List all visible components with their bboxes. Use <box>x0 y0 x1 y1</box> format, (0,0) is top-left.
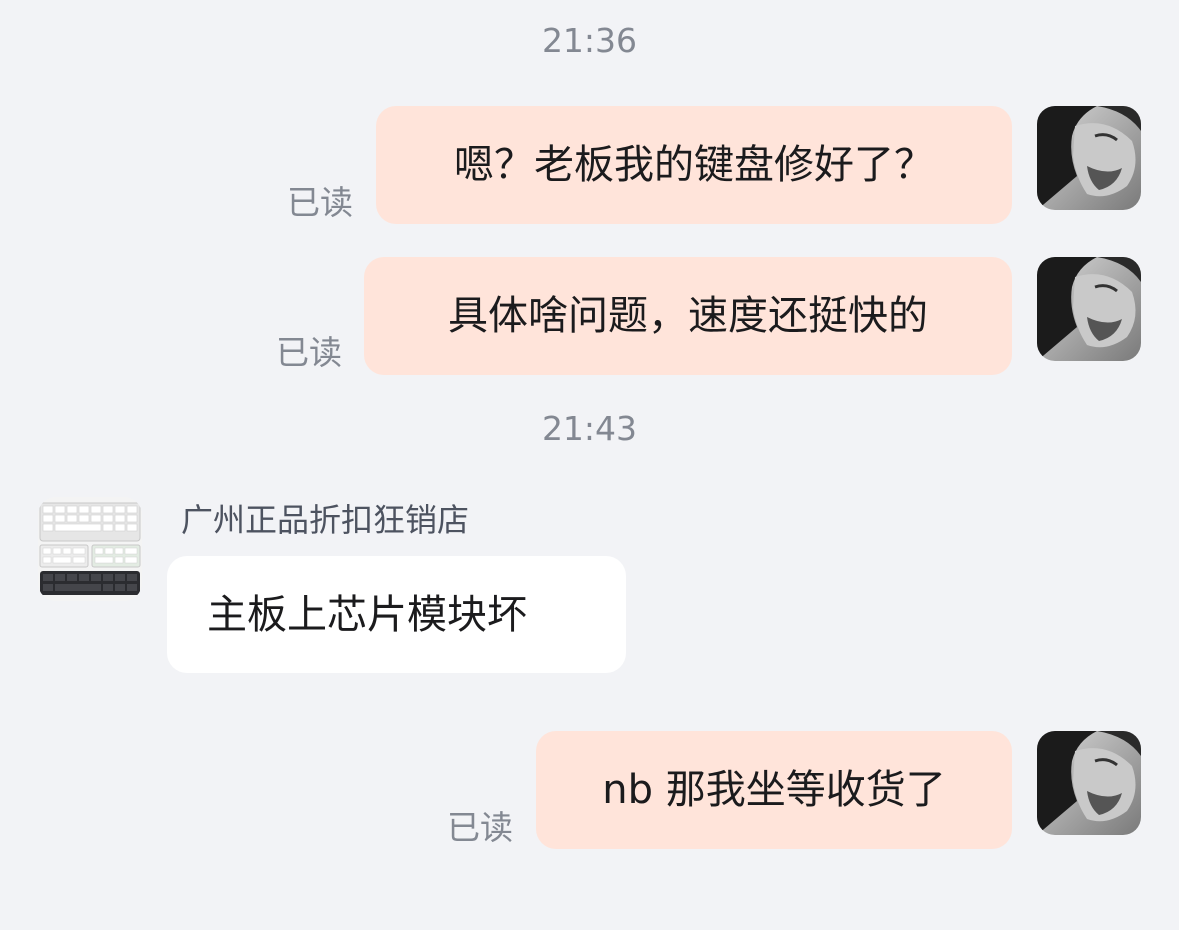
message-text: nb 那我坐等收货了 <box>602 767 946 813</box>
user-portrait-avatar-icon <box>1037 731 1141 835</box>
message-bubble-outgoing[interactable]: nb 那我坐等收货了 <box>536 731 1012 849</box>
timestamp: 21:43 <box>541 409 638 448</box>
message-text: 主板上芯片模块坏 <box>207 592 527 638</box>
user-avatar[interactable] <box>1037 731 1141 835</box>
message-text: 具体啥问题，速度还挺快的 <box>448 293 928 339</box>
timestamp: 21:36 <box>541 21 638 60</box>
user-avatar[interactable] <box>1037 257 1141 361</box>
message-bubble-incoming[interactable]: 主板上芯片模块坏 <box>167 556 626 673</box>
shop-avatar[interactable] <box>38 497 142 601</box>
message-text: 嗯？老板我的键盘修好了？ <box>454 142 934 188</box>
read-receipt: 已读 <box>447 808 513 847</box>
user-portrait-avatar-icon <box>1037 257 1141 361</box>
sender-name: 广州正品折扣狂销店 <box>181 501 470 539</box>
keyboard-product-avatar-icon <box>38 497 142 601</box>
read-receipt: 已读 <box>287 183 353 222</box>
message-bubble-outgoing[interactable]: 嗯？老板我的键盘修好了？ <box>376 106 1012 224</box>
user-portrait-avatar-icon <box>1037 106 1141 210</box>
user-avatar[interactable] <box>1037 106 1141 210</box>
read-receipt: 已读 <box>276 333 342 372</box>
message-bubble-outgoing[interactable]: 具体啥问题，速度还挺快的 <box>364 257 1012 375</box>
